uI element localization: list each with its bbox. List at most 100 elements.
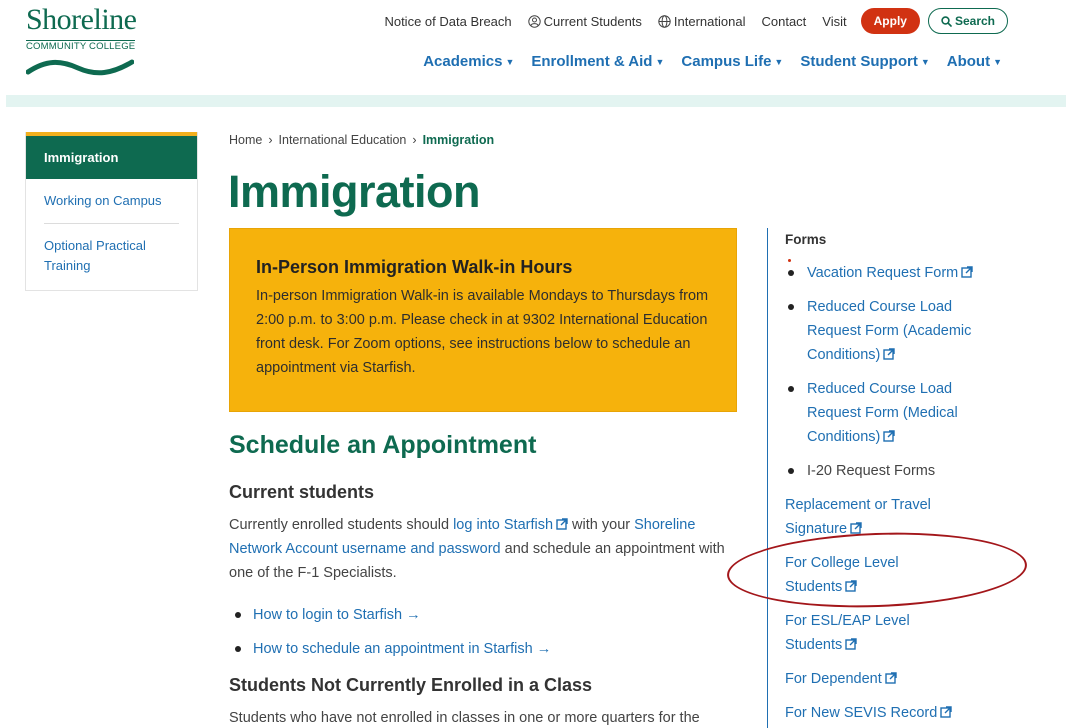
chevron-right-icon: › [268,133,273,147]
bullet [235,612,241,618]
list-item: Reduced Course Load Request Form (Academ… [785,295,1027,367]
external-link-icon [883,348,896,360]
sidebar-item-opt[interactable]: Optional Practical Training [26,224,197,290]
link-label: For College Level Students [785,555,899,595]
utility-link-label: Contact [761,13,807,29]
forms-title: Forms [785,232,827,247]
nav-label: Enrollment & Aid [531,53,653,70]
caret-down-icon: ▼ [993,56,1002,67]
breadcrumb-current: Immigration [422,133,495,147]
list-item: For ESL/EAP Level Students [785,609,1027,657]
bullet [788,468,794,474]
link-label: Vacation Request Form [807,265,959,281]
link-label: For Dependent [785,671,882,687]
schedule-heading: Schedule an Appointment [229,431,537,459]
college-level-students-link[interactable]: For College Level Students [785,551,910,599]
caret-down-icon: ▼ [774,56,784,67]
breadcrumb-home[interactable]: Home [229,133,262,147]
utility-link-international[interactable]: International [658,13,746,29]
utility-link-visit[interactable]: Visit [822,14,846,29]
link-label: log into Starfish [453,517,554,533]
caret-down-icon: ▼ [655,56,665,67]
sidebar-item-working-on-campus[interactable]: Working on Campus [26,179,197,223]
bullet [788,386,794,392]
caret-down-icon: ▼ [920,56,930,67]
search-button[interactable]: Search [927,8,1008,34]
sidebar-nav: Immigration Working on Campus Optional P… [25,132,198,291]
logo-subtitle: COMMUNITY COLLEGE [26,40,136,52]
nav-student-support[interactable]: Student Support ▼ [800,53,929,70]
vacation-request-form-link[interactable]: Vacation Request Form [807,261,973,285]
main-nav: Academics ▼ Enrollment & Aid ▼ Campus Life… [406,53,1002,70]
sidebar-item-immigration[interactable]: Immigration [26,132,197,179]
apply-button[interactable]: Apply [860,8,920,34]
nav-label: Campus Life [681,53,772,70]
external-link-icon [883,430,896,442]
link-label: Reduced Course Load Request Form (Medica… [807,381,958,445]
list-item: For New SEVIS Record [785,701,1027,725]
utility-link-label: Visit [822,13,847,29]
globe-icon [658,14,671,28]
chevron-right-icon: › [412,133,417,147]
utility-link-label: Current Students [543,13,642,29]
bullet [788,304,794,310]
list-item: How to login to Starfish → [229,598,551,632]
list-item: Reduced Course Load Request Form (Medica… [785,377,1027,449]
page-title: Immigration [228,166,481,217]
nav-enrollment-aid[interactable]: Enrollment & Aid ▼ [531,53,664,70]
external-link-icon [556,518,568,530]
i20-forms-list: Replacement or Travel Signature For Coll… [785,493,1027,725]
external-link-icon [845,638,857,650]
utility-link-label: International [673,13,746,29]
breadcrumb-international-education[interactable]: International Education [279,133,407,147]
logo-wave-icon [26,59,134,76]
current-students-text: Currently enrolled students should log i… [229,513,739,585]
nav-academics[interactable]: Academics ▼ [423,53,514,70]
dependent-link[interactable]: For Dependent [785,667,897,691]
utility-link-contact[interactable]: Contact [761,14,806,29]
nav-label: Student Support [800,53,918,70]
list-item: For Dependent [785,667,1027,691]
caret-down-icon: ▼ [505,56,515,67]
nav-label: Academics [423,53,503,70]
walk-in-hours-callout: In-Person Immigration Walk-in Hours In-p… [229,228,737,412]
rcl-medical-form-link[interactable]: Reduced Course Load Request Form (Medica… [807,377,977,449]
replacement-travel-signature-link[interactable]: Replacement or Travel Signature [785,493,950,541]
not-enrolled-text: Students who have not enrolled in classe… [229,710,700,726]
link-label: For New SEVIS Record [785,705,938,721]
starfish-login-link[interactable]: log into Starfish [453,517,568,533]
utility-link-current-students[interactable]: Current Students [527,13,642,29]
forms-sidebar: Forms Vacation Request Form Reduced Cour… [767,228,1027,728]
how-to-login-link[interactable]: How to login to Starfish → [253,607,421,623]
breadcrumb: Home › International Education › Immigra… [229,133,494,147]
external-link-icon [845,580,857,592]
utility-link-label: Notice of Data Breach [384,13,512,29]
utility-nav: Notice of Data Breach Current Students I… [368,8,1008,34]
user-circle-icon [527,14,541,28]
current-students-heading: Current students [229,482,375,502]
search-icon [941,15,952,27]
external-link-icon [850,522,862,534]
logo-wordmark: Shoreline [26,3,137,36]
external-link-icon [885,672,897,684]
list-item: Replacement or Travel Signature [785,493,1027,541]
red-dot-mark [788,259,791,262]
utility-link-data-breach[interactable]: Notice of Data Breach [384,14,511,29]
bullet [788,270,794,276]
callout-title: In-Person Immigration Walk-in Hours [256,257,573,277]
how-to-schedule-link[interactable]: How to schedule an appointment in Starfi… [253,641,551,657]
external-link-icon [940,706,953,718]
text-run: Currently enrolled students should [229,517,454,533]
college-logo[interactable]: Shoreline COMMUNITY COLLEGE [26,4,146,76]
rcl-academic-form-link[interactable]: Reduced Course Load Request Form (Academ… [807,295,992,367]
esl-eap-level-students-link[interactable]: For ESL/EAP Level Students [785,609,920,657]
i20-group-label: I-20 Request Forms [807,463,936,479]
callout-body: In-person Immigration Walk-in is availab… [256,288,709,376]
nav-about[interactable]: About ▼ [947,53,1002,70]
nav-label: About [946,53,991,70]
bullet [235,646,241,652]
nav-campus-life[interactable]: Campus Life ▼ [681,53,783,70]
list-item: For College Level Students [785,551,1027,599]
new-sevis-record-link[interactable]: For New SEVIS Record [785,701,953,725]
starfish-links: How to login to Starfish → How to schedu… [229,598,551,666]
